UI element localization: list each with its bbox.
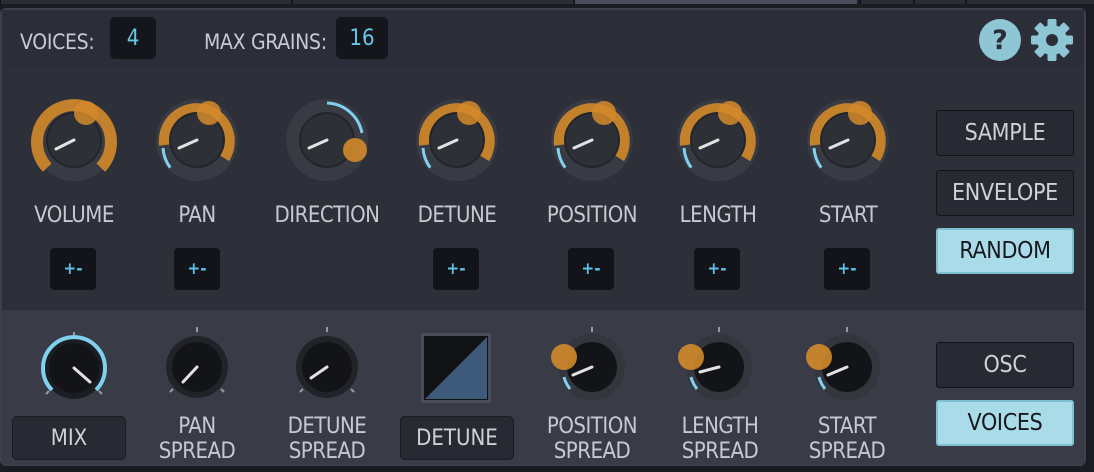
start-knob[interactable] (806, 98, 890, 182)
pan-spread-label-line1: PAN (178, 414, 216, 439)
length-spread-label: LENGTH SPREAD (682, 414, 759, 464)
tab-sample[interactable]: SAMPLE (936, 110, 1074, 156)
start-plusminus-button[interactable]: +- (824, 248, 870, 290)
volume-knob[interactable] (31, 98, 117, 182)
length-spread-label-line1: LENGTH (681, 414, 759, 439)
start-spread-label: START SPREAD (809, 414, 886, 464)
mix-knob[interactable] (38, 332, 110, 404)
length-spread-label-line2: SPREAD (681, 439, 759, 464)
position-spread-label: POSITION SPREAD (546, 414, 638, 464)
length-label: LENGTH (679, 203, 757, 228)
svg-text:?: ? (992, 25, 1008, 56)
top-strip-tab (860, 0, 913, 4)
volume-label: VOLUME (34, 203, 114, 228)
pan-knob[interactable] (155, 98, 239, 182)
tab-osc[interactable]: OSC (936, 342, 1074, 388)
length-knob[interactable] (676, 98, 760, 182)
detune-label: DETUNE (417, 203, 497, 228)
detune-curve-display[interactable] (421, 333, 491, 403)
max-grains-label: MAX GRAINS: (204, 30, 327, 54)
start-label: START (818, 203, 878, 228)
start-spread-label-line2: SPREAD (808, 439, 886, 464)
detune-spread-knob[interactable] (291, 327, 363, 403)
detune-mode-button[interactable]: DETUNE (400, 416, 514, 460)
top-strip-tab (0, 0, 291, 4)
detune-knob[interactable] (415, 98, 499, 182)
pan-spread-label-line2: SPREAD (158, 439, 236, 464)
pan-spread-label: PAN SPREAD (159, 414, 236, 464)
position-spread-label-line2: SPREAD (553, 439, 631, 464)
top-strip-tab (966, 0, 1094, 4)
length-plusminus-button[interactable]: +- (694, 248, 740, 290)
volume-plusminus-button[interactable]: +- (50, 248, 96, 290)
top-strip-tab (292, 0, 573, 4)
start-spread-label-line1: START (817, 414, 877, 439)
position-plusminus-button[interactable]: +- (568, 248, 614, 290)
tab-envelope[interactable]: ENVELOPE (936, 170, 1074, 216)
top-strip-tab (574, 0, 857, 4)
header-bar (2, 10, 1084, 68)
length-spread-knob[interactable] (678, 327, 759, 403)
pan-spread-knob[interactable] (161, 327, 233, 403)
detune-spread-label-line2: SPREAD (288, 439, 366, 464)
start-spread-knob[interactable] (806, 327, 887, 403)
direction-label: DIRECTION (274, 203, 380, 228)
detune-spread-label-line1: DETUNE (287, 414, 367, 439)
position-label: POSITION (546, 203, 638, 228)
mix-button[interactable]: MIX (12, 416, 126, 460)
detune-plusminus-button[interactable]: +- (433, 248, 479, 290)
position-spread-knob[interactable] (551, 327, 632, 403)
detune-spread-label: DETUNE SPREAD (288, 414, 367, 464)
voices-label: VOICES: (20, 30, 95, 54)
pan-plusminus-button[interactable]: +- (174, 248, 220, 290)
tab-voices[interactable]: VOICES (936, 400, 1074, 446)
position-spread-label-line1: POSITION (546, 414, 638, 439)
top-strip-tab (914, 0, 965, 4)
gear-icon[interactable] (1030, 18, 1074, 62)
question-mark-icon[interactable]: ? (978, 18, 1022, 62)
voices-value[interactable]: 4 (110, 17, 156, 59)
direction-knob[interactable] (285, 98, 369, 182)
tab-random[interactable]: RANDOM (936, 228, 1074, 274)
pan-label: PAN (178, 203, 216, 228)
max-grains-value[interactable]: 16 (336, 17, 388, 59)
position-knob[interactable] (550, 98, 634, 182)
